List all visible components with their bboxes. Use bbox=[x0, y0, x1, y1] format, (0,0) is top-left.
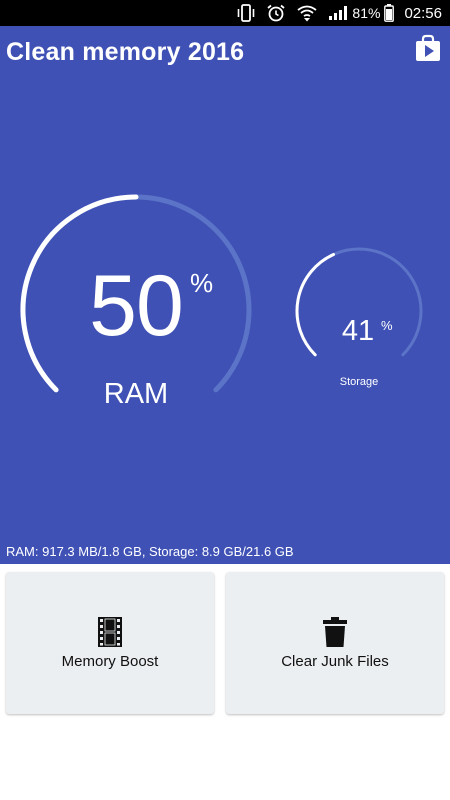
vibrate-icon bbox=[236, 4, 256, 22]
battery-icon bbox=[384, 4, 395, 22]
storage-percent-value: 41 bbox=[341, 315, 375, 347]
ram-percent-value: 50 bbox=[89, 258, 184, 354]
storage-gauge-ring bbox=[295, 247, 423, 357]
ram-label: RAM bbox=[103, 378, 169, 410]
play-store-bag-icon[interactable] bbox=[413, 34, 443, 64]
clock-time: 02:56 bbox=[404, 4, 442, 22]
signal-icon bbox=[328, 5, 348, 21]
trash-icon bbox=[322, 616, 348, 653]
app-title: Clean memory 2016 bbox=[6, 38, 245, 66]
status-bar: 81% 02:56 bbox=[0, 0, 450, 26]
memory-boost-button[interactable]: Memory Boost bbox=[6, 572, 214, 714]
memory-boost-label: Memory Boost bbox=[61, 653, 159, 670]
storage-percent-sign: % bbox=[381, 318, 393, 333]
clear-junk-files-label: Clear Junk Files bbox=[281, 653, 389, 670]
alarm-icon bbox=[266, 4, 286, 22]
memory-summary-text: RAM: 917.3 MB/1.8 GB, Storage: 8.9 GB/21… bbox=[6, 544, 294, 559]
storage-label: Storage bbox=[339, 376, 379, 388]
ram-gauge: 50 % RAM bbox=[18, 192, 254, 428]
clear-junk-files-button[interactable]: Clear Junk Files bbox=[226, 572, 444, 714]
ram-percent-sign: % bbox=[190, 268, 214, 298]
storage-gauge: 41 % Storage bbox=[294, 246, 424, 388]
battery-percent: 81% bbox=[352, 5, 381, 21]
wifi-icon bbox=[296, 4, 318, 22]
app-header-panel: Clean memory 2016 50 % RAM 41 % Storage … bbox=[0, 26, 450, 564]
film-icon bbox=[96, 616, 124, 653]
